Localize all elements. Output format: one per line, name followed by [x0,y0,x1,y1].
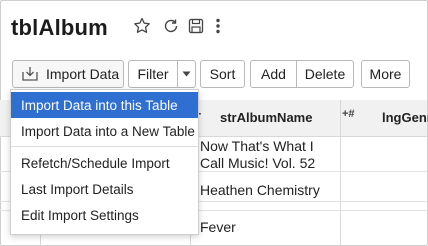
album-name-cell[interactable]: Fever [200,219,236,236]
save-icon[interactable] [185,14,207,38]
album-name-cell[interactable]: Heathen Chemistry [200,182,320,199]
menu-item-import-into-this-table[interactable]: Import Data into this Table [11,92,198,118]
filter-dropdown-button[interactable] [177,60,196,88]
filter-label: Filter [137,66,169,82]
delete-label: Delete [304,66,346,82]
menu-item-edit-import-settings[interactable]: Edit Import Settings [11,202,198,228]
refresh-icon[interactable] [160,14,182,38]
sort-button[interactable]: Sort [200,60,245,88]
more-button[interactable]: More [361,60,410,88]
menu-item-import-into-new-table[interactable]: Import Data into a New Table [11,118,198,144]
column-header-lnggenre[interactable]: lngGenr [382,110,428,125]
filter-button[interactable]: Filter [128,60,178,88]
sort-label: Sort [209,66,236,82]
album-name-cell[interactable]: Now That's What I [200,138,314,155]
menu-item-refetch-schedule-import[interactable]: Refetch/Schedule Import [11,150,198,176]
chevron-down-icon [182,71,191,77]
menu-separator [11,146,198,147]
column-header-stralbumname[interactable]: strAlbumName [220,110,312,125]
import-data-label: Import Data [46,66,120,82]
column-type-number-icon: +# [342,108,355,120]
import-dropdown-menu: Import Data into this Table Import Data … [10,89,199,235]
page-title: tblAlbum [11,15,108,40]
menu-item-last-import-details[interactable]: Last Import Details [11,176,198,202]
star-icon[interactable] [131,14,153,38]
import-data-button[interactable]: Import Data [12,60,124,88]
add-label: Add [261,66,286,82]
more-label: More [369,66,402,82]
add-button[interactable]: Add [250,60,297,88]
more-vert-icon[interactable] [207,14,229,38]
import-icon [21,66,39,82]
column-divider [340,100,341,246]
delete-button[interactable]: Delete [296,60,354,88]
album-name-cell-line2: Call Music! Vol. 52 [200,155,316,171]
